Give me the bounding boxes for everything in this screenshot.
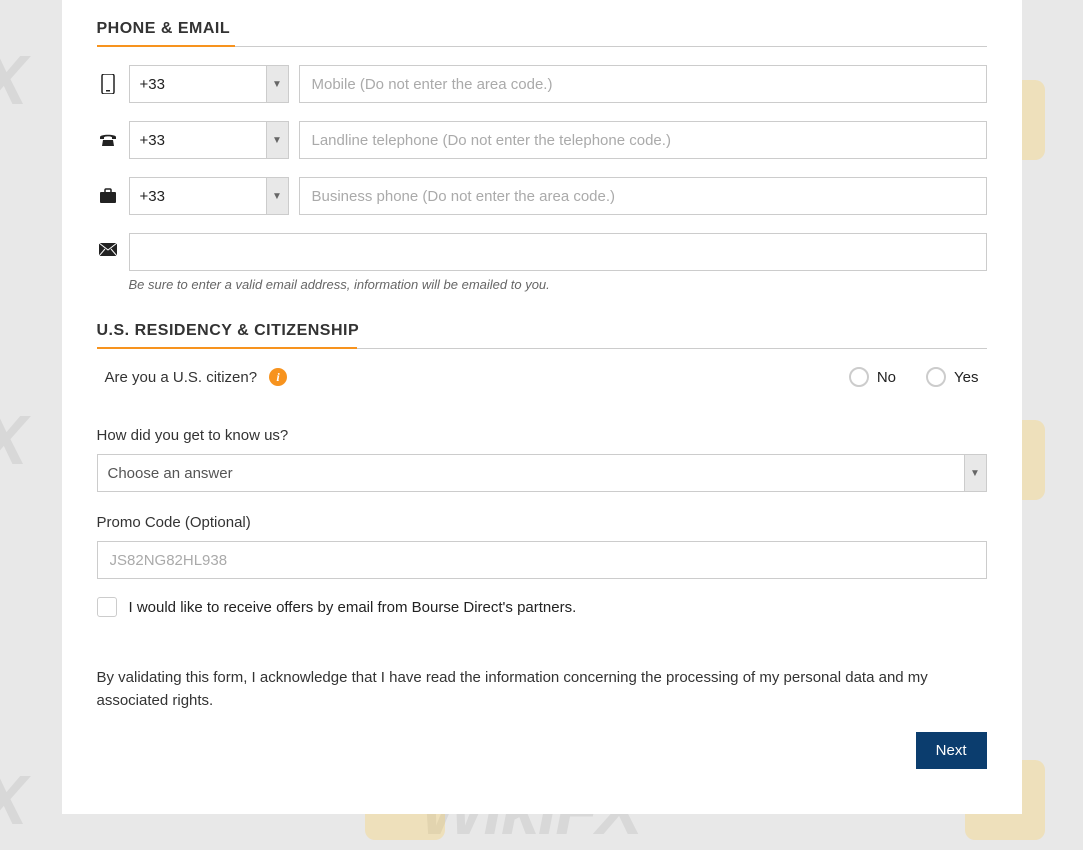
landline-country-code: +33 [140,132,165,149]
watermark-text: FX [0,400,25,480]
how-know-value: Choose an answer [108,465,233,482]
radio-no[interactable]: No [849,367,896,387]
email-input[interactable] [129,233,987,271]
dropdown-icon: ▼ [266,66,288,102]
landline-input[interactable] [299,121,987,159]
watermark-text: FX [0,760,25,840]
info-icon[interactable]: i [269,368,287,386]
mobile-country-select[interactable]: +33 ▼ [129,65,289,103]
disclaimer-text: By validating this form, I acknowledge t… [97,667,987,712]
how-know-label: How did you get to know us? [97,427,987,444]
dropdown-icon: ▼ [266,122,288,158]
landline-country-select[interactable]: +33 ▼ [129,121,289,159]
radio-no-label: No [877,369,896,386]
radio-yes[interactable]: Yes [926,367,978,387]
offers-checkbox-label: I would like to receive offers by email … [129,599,577,616]
email-helper-text: Be sure to enter a valid email address, … [129,277,987,292]
us-citizen-radio-group: No Yes [849,367,979,387]
business-country-code: +33 [140,188,165,205]
button-row: Next [97,732,987,769]
us-citizen-question-row: Are you a U.S. citizen? i No Yes [97,367,987,387]
mobile-country-code: +33 [140,76,165,93]
promo-label: Promo Code (Optional) [97,514,987,531]
business-row: +33 ▼ [97,177,987,215]
business-input[interactable] [299,177,987,215]
radio-yes-label: Yes [954,369,978,386]
us-citizen-question: Are you a U.S. citizen? i [105,368,288,386]
section-title-phone-email: PHONE & EMAIL [97,20,987,47]
email-icon [97,233,119,256]
dropdown-icon: ▼ [266,178,288,214]
how-know-select[interactable]: Choose an answer ▼ [97,454,987,492]
watermark-text: FX [0,40,25,120]
mobile-input[interactable] [299,65,987,103]
section-title-us-residency: U.S. RESIDENCY & CITIZENSHIP [97,322,987,349]
form-container: PHONE & EMAIL +33 ▼ +33 ▼ +33 ▼ [62,0,1022,814]
business-country-select[interactable]: +33 ▼ [129,177,289,215]
mobile-icon [97,74,119,94]
next-button[interactable]: Next [916,732,987,769]
dropdown-icon: ▼ [964,455,986,491]
offers-checkbox[interactable] [97,597,117,617]
radio-circle-icon [849,367,869,387]
landline-row: +33 ▼ [97,121,987,159]
landline-icon [97,132,119,148]
promo-input[interactable] [97,541,987,579]
offers-checkbox-row: I would like to receive offers by email … [97,597,987,617]
mobile-row: +33 ▼ [97,65,987,103]
radio-circle-icon [926,367,946,387]
email-row [97,233,987,271]
briefcase-icon [97,188,119,204]
question-label: Are you a U.S. citizen? [105,369,258,386]
